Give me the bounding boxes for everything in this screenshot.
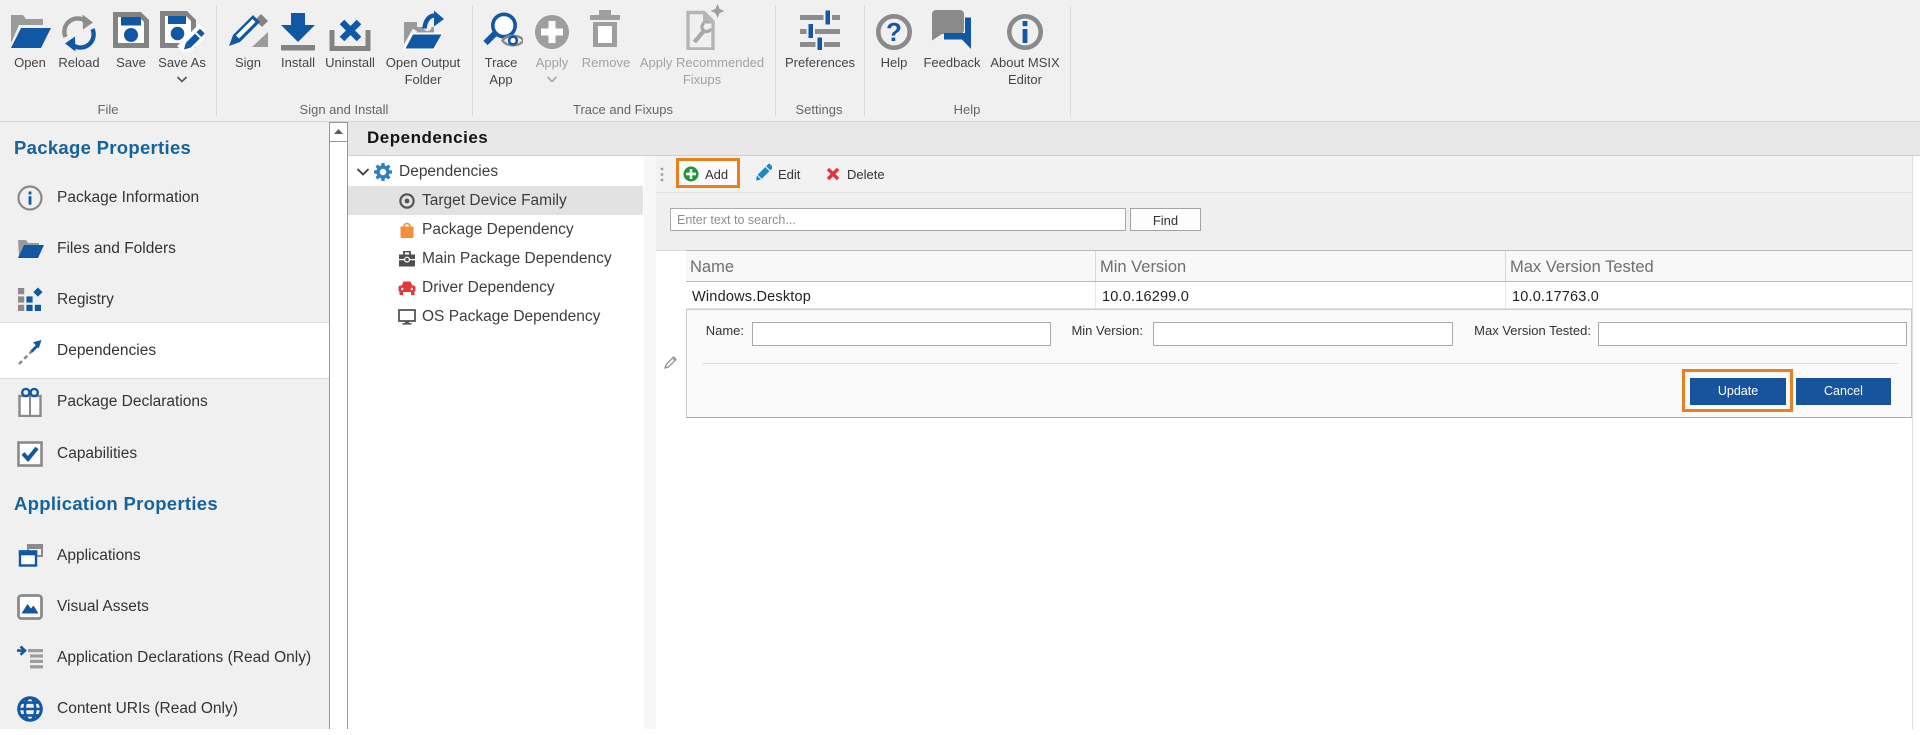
svg-text:?: ? — [886, 17, 902, 47]
